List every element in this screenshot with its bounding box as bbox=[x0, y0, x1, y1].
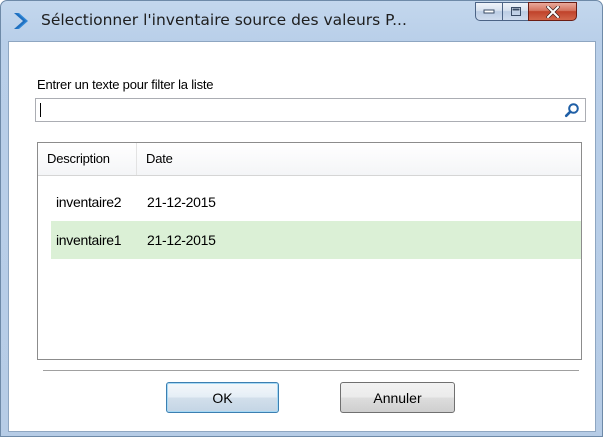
title-bar[interactable]: Sélectionner l'inventaire source des val… bbox=[1, 1, 604, 41]
inventory-list[interactable]: Description Date inventaire2 21-12-2015 … bbox=[37, 142, 582, 360]
minimize-icon bbox=[483, 9, 495, 13]
dialog-content: Entrer un texte pour filter la liste Des… bbox=[8, 41, 596, 432]
separator-line bbox=[43, 370, 579, 372]
row-date: 21-12-2015 bbox=[147, 232, 216, 248]
maximize-icon bbox=[510, 7, 521, 16]
ok-button[interactable]: OK bbox=[166, 382, 279, 413]
window-title: Sélectionner l'inventaire source des val… bbox=[41, 11, 407, 29]
row-description: inventaire1 bbox=[56, 232, 122, 248]
maximize-button[interactable] bbox=[502, 2, 529, 21]
close-icon bbox=[545, 5, 560, 18]
minimize-button[interactable] bbox=[475, 2, 503, 21]
search-input[interactable] bbox=[35, 98, 586, 122]
list-header: Description Date bbox=[38, 143, 581, 176]
list-row-selected[interactable]: inventaire1 21-12-2015 bbox=[51, 221, 581, 259]
search-icon[interactable] bbox=[564, 102, 580, 118]
text-caret bbox=[40, 103, 41, 117]
row-description: inventaire2 bbox=[56, 194, 122, 210]
filter-label: Entrer un texte pour filter la liste bbox=[37, 77, 214, 92]
cancel-button[interactable]: Annuler bbox=[340, 382, 455, 413]
chevron-right-icon bbox=[14, 13, 28, 29]
list-row[interactable]: inventaire2 21-12-2015 bbox=[51, 183, 581, 221]
column-header-date[interactable]: Date bbox=[138, 143, 258, 175]
dialog-window: Sélectionner l'inventaire source des val… bbox=[0, 0, 603, 437]
close-button[interactable] bbox=[528, 2, 577, 21]
column-header-description[interactable]: Description bbox=[38, 143, 137, 175]
row-date: 21-12-2015 bbox=[147, 194, 216, 210]
